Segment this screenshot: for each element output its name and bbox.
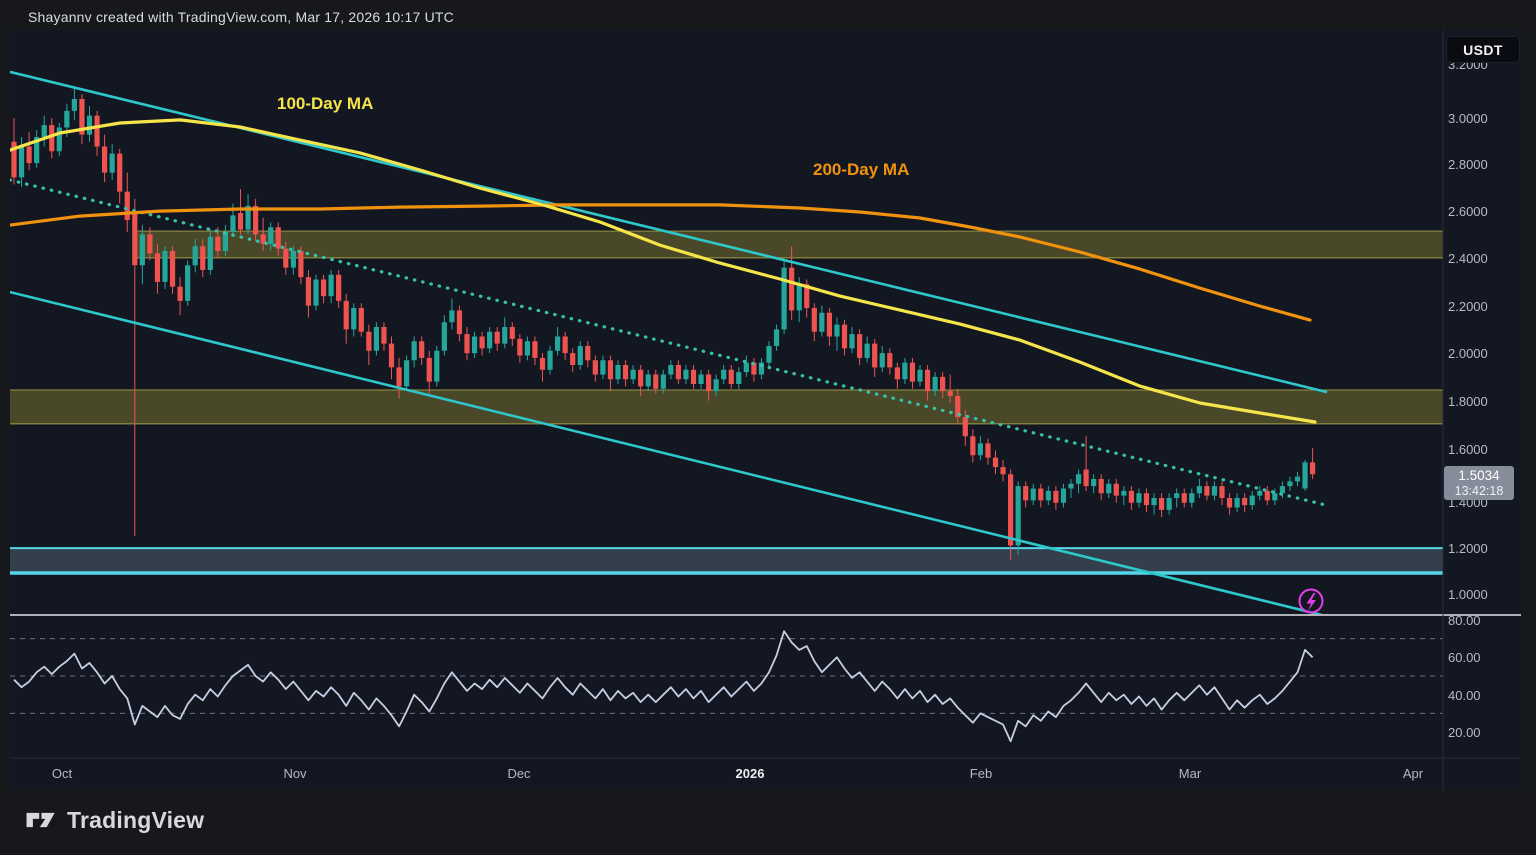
month-label: Mar: [1179, 766, 1201, 781]
axis-tick-label: 2.6000: [1448, 204, 1488, 219]
axis-tick-label: 2.0000: [1448, 346, 1488, 361]
axis-tick-label: 20.00: [1448, 725, 1481, 740]
month-label: Dec: [507, 766, 530, 781]
time-axis[interactable]: [10, 758, 1443, 790]
axis-tick-label: 60.00: [1448, 650, 1481, 665]
month-label: Nov: [283, 766, 306, 781]
last-price-badge: 1.5034 13:42:18: [1444, 466, 1514, 500]
month-label: Oct: [52, 766, 72, 781]
currency-button[interactable]: USDT: [1446, 36, 1520, 63]
axis-tick-label: 1.0000: [1448, 587, 1488, 602]
axis-tick-label: 2.8000: [1448, 157, 1488, 172]
axis-tick-label: 80.00: [1448, 613, 1481, 628]
last-price-label: 1.5034: [1458, 468, 1499, 484]
chart-canvas[interactable]: [0, 0, 1536, 855]
month-label: Apr: [1403, 766, 1423, 781]
lower-support-zone: [10, 548, 1443, 573]
tradingview-logo-icon: [26, 806, 58, 834]
ma100-annotation: 100-Day MA: [277, 94, 373, 114]
countdown-label: 13:42:18: [1455, 484, 1504, 499]
tradingview-logo-text: TradingView: [67, 807, 204, 834]
axis-tick-label: 2.2000: [1448, 299, 1488, 314]
tradingview-snapshot: Shayannv created with TradingView.com, M…: [0, 0, 1536, 855]
month-label: Feb: [970, 766, 992, 781]
flash-marker-icon[interactable]: [1300, 590, 1323, 613]
month-label: 2026: [736, 766, 765, 781]
axis-tick-label: 3.0000: [1448, 111, 1488, 126]
axis-tick-label: 2.4000: [1448, 251, 1488, 266]
axis-tick-label: 1.2000: [1448, 541, 1488, 556]
axis-tick-label: 1.6000: [1448, 442, 1488, 457]
axis-tick-label: 40.00: [1448, 688, 1481, 703]
ma200-annotation: 200-Day MA: [813, 160, 909, 180]
tradingview-logo[interactable]: TradingView: [26, 806, 204, 834]
axis-tick-label: 1.8000: [1448, 394, 1488, 409]
resistance-zone: [133, 231, 1443, 258]
